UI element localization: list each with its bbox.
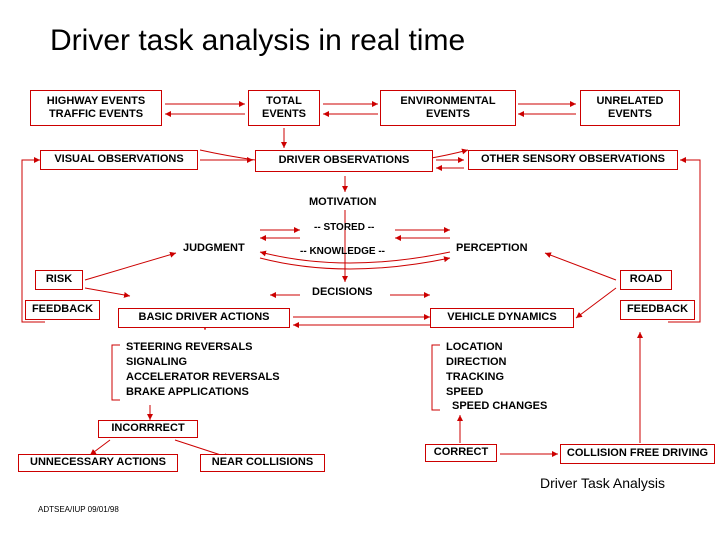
box-unrelated-events: UNRELATED EVENTS [580,90,680,126]
label: CORRECT [434,446,488,459]
box-feedback-right: FEEDBACK [620,300,695,320]
label: EVENTS [262,108,306,121]
box-collision-free-driving: COLLISION FREE DRIVING [560,444,715,464]
list-item: TRACKING [446,370,547,385]
label: ENVIRONMENTAL [400,95,495,108]
list-item: STEERING REVERSALS [126,340,280,355]
box-vehicle-dynamics: VEHICLE DYNAMICS [430,308,574,328]
label: BASIC DRIVER ACTIONS [139,311,270,324]
box-total-events: TOTAL EVENTS [248,90,320,126]
list-item: SPEED CHANGES [446,399,547,414]
box-incorrect: INCORRRECT [98,420,198,438]
label: INCORRRECT [111,422,184,435]
label: UNRELATED [596,95,663,108]
box-unnecessary-actions: UNNECESSARY ACTIONS [18,454,178,472]
box-correct: CORRECT [425,444,497,462]
box-near-collisions: NEAR COLLISIONS [200,454,325,472]
label: TRAFFIC EVENTS [49,108,143,121]
box-visual-observations: VISUAL OBSERVATIONS [40,150,198,170]
box-basic-driver-actions: BASIC DRIVER ACTIONS [118,308,290,328]
list-item: ACCELERATOR REVERSALS [126,370,280,385]
text-decisions: DECISIONS [312,286,373,298]
text-stored: -- STORED -- [314,222,374,233]
box-other-sensory-observations: OTHER SENSORY OBSERVATIONS [468,150,678,170]
text-perception: PERCEPTION [456,242,528,254]
list-item: LOCATION [446,340,547,355]
label: TOTAL [266,95,302,108]
footer: ADTSEA/IUP 09/01/98 [38,505,119,514]
list-item: SIGNALING [126,355,280,370]
label: FEEDBACK [627,303,688,316]
list-vehicle-dynamics: LOCATION DIRECTION TRACKING SPEED SPEED … [446,340,547,414]
box-risk: RISK [35,270,83,290]
box-driver-observations: DRIVER OBSERVATIONS [255,150,433,172]
box-highway-traffic-events: HIGHWAY EVENTS TRAFFIC EVENTS [30,90,162,126]
label: COLLISION FREE DRIVING [567,447,708,460]
caption: Driver Task Analysis [540,475,665,491]
box-road: ROAD [620,270,672,290]
label: FEEDBACK [32,303,93,316]
text-motivation: MOTIVATION [309,196,376,208]
label: VEHICLE DYNAMICS [447,311,556,324]
label: OTHER SENSORY OBSERVATIONS [481,153,665,166]
page-title: Driver task analysis in real time [50,24,465,58]
label: NEAR COLLISIONS [212,456,313,469]
label: VISUAL OBSERVATIONS [54,153,183,166]
box-environmental-events: ENVIRONMENTAL EVENTS [380,90,516,126]
list-item: SPEED [446,385,547,400]
label: EVENTS [608,108,652,121]
list-driver-actions: STEERING REVERSALS SIGNALING ACCELERATOR… [126,340,280,399]
list-item: DIRECTION [446,355,547,370]
label: RISK [46,273,72,286]
label: ROAD [630,273,662,286]
label: DRIVER OBSERVATIONS [279,154,410,167]
label: EVENTS [426,108,470,121]
label: UNNECESSARY ACTIONS [30,456,166,469]
list-item: BRAKE APPLICATIONS [126,385,280,400]
box-feedback-left: FEEDBACK [25,300,100,320]
text-knowledge: -- KNOWLEDGE -- [300,246,385,257]
text-judgment: JUDGMENT [183,242,245,254]
label: HIGHWAY EVENTS [47,95,145,108]
